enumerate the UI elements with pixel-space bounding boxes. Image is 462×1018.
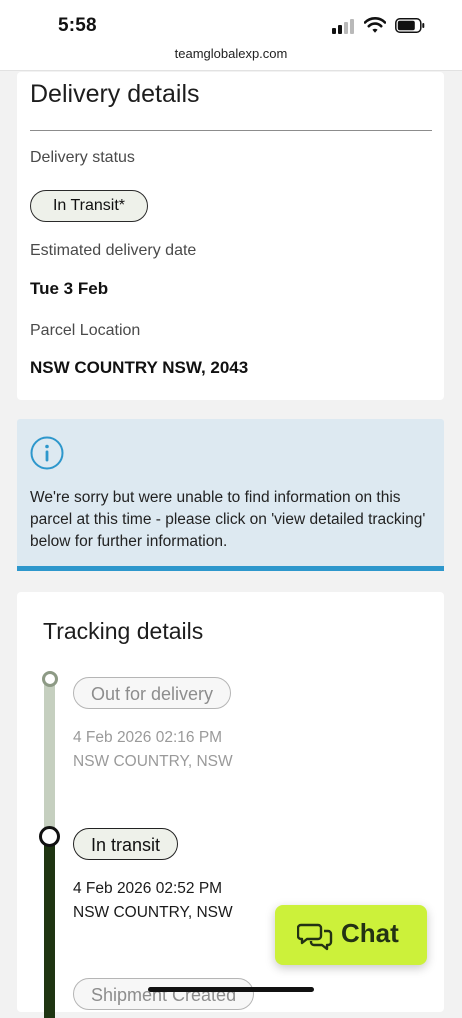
event-status-out-for-delivery: Out for delivery: [73, 677, 232, 709]
event-status-shipment-created: Shipment Created: [73, 978, 255, 1010]
notice-message: We're sorry but were unable to find info…: [30, 489, 426, 550]
url-text: teamglobalexp.com: [174, 46, 288, 61]
event-datetime: 4 Feb 2026 02:52 PM: [73, 880, 223, 897]
divider: [30, 130, 432, 131]
parcel-location-label: Parcel Location: [30, 322, 141, 339]
status-time: 5:58: [58, 15, 97, 36]
status-badge: In Transit*: [30, 190, 148, 222]
event-status-in-transit: In transit: [73, 828, 179, 860]
event-datetime: 4 Feb 2026 02:16 PM: [73, 729, 223, 746]
event-location: NSW COUNTRY, NSW: [73, 753, 233, 770]
chat-bubbles-icon: [297, 923, 333, 951]
timeline-dot: [42, 671, 58, 687]
timeline-dot-current: [39, 826, 60, 847]
parcel-location-value: NSW COUNTRY NSW, 2043: [30, 358, 249, 377]
eta-value: Tue 3 Feb: [30, 279, 109, 298]
info-notice: We're sorry but were unable to find info…: [17, 419, 444, 571]
eta-label: Estimated delivery date: [30, 242, 197, 259]
timeline-bar-completed: [44, 838, 55, 1018]
wifi-icon: [364, 17, 386, 33]
chat-button[interactable]: Chat: [275, 905, 427, 965]
browser-url-bar[interactable]: teamglobalexp.com: [0, 46, 462, 71]
cellular-signal-icon: [332, 18, 356, 34]
delivery-details-card: Delivery details Delivery status In Tran…: [17, 72, 444, 400]
status-bar: 5:58: [0, 0, 462, 46]
info-icon: [30, 436, 64, 470]
timeline-bar-upcoming: [44, 678, 55, 838]
delivery-title: Delivery details: [30, 80, 200, 108]
battery-icon: [395, 18, 425, 33]
event-location: NSW COUNTRY, NSW: [73, 904, 233, 921]
delivery-status-label: Delivery status: [30, 149, 135, 166]
chat-label: Chat: [341, 918, 399, 948]
tracking-title: Tracking details: [43, 618, 204, 644]
home-indicator: [148, 987, 314, 992]
